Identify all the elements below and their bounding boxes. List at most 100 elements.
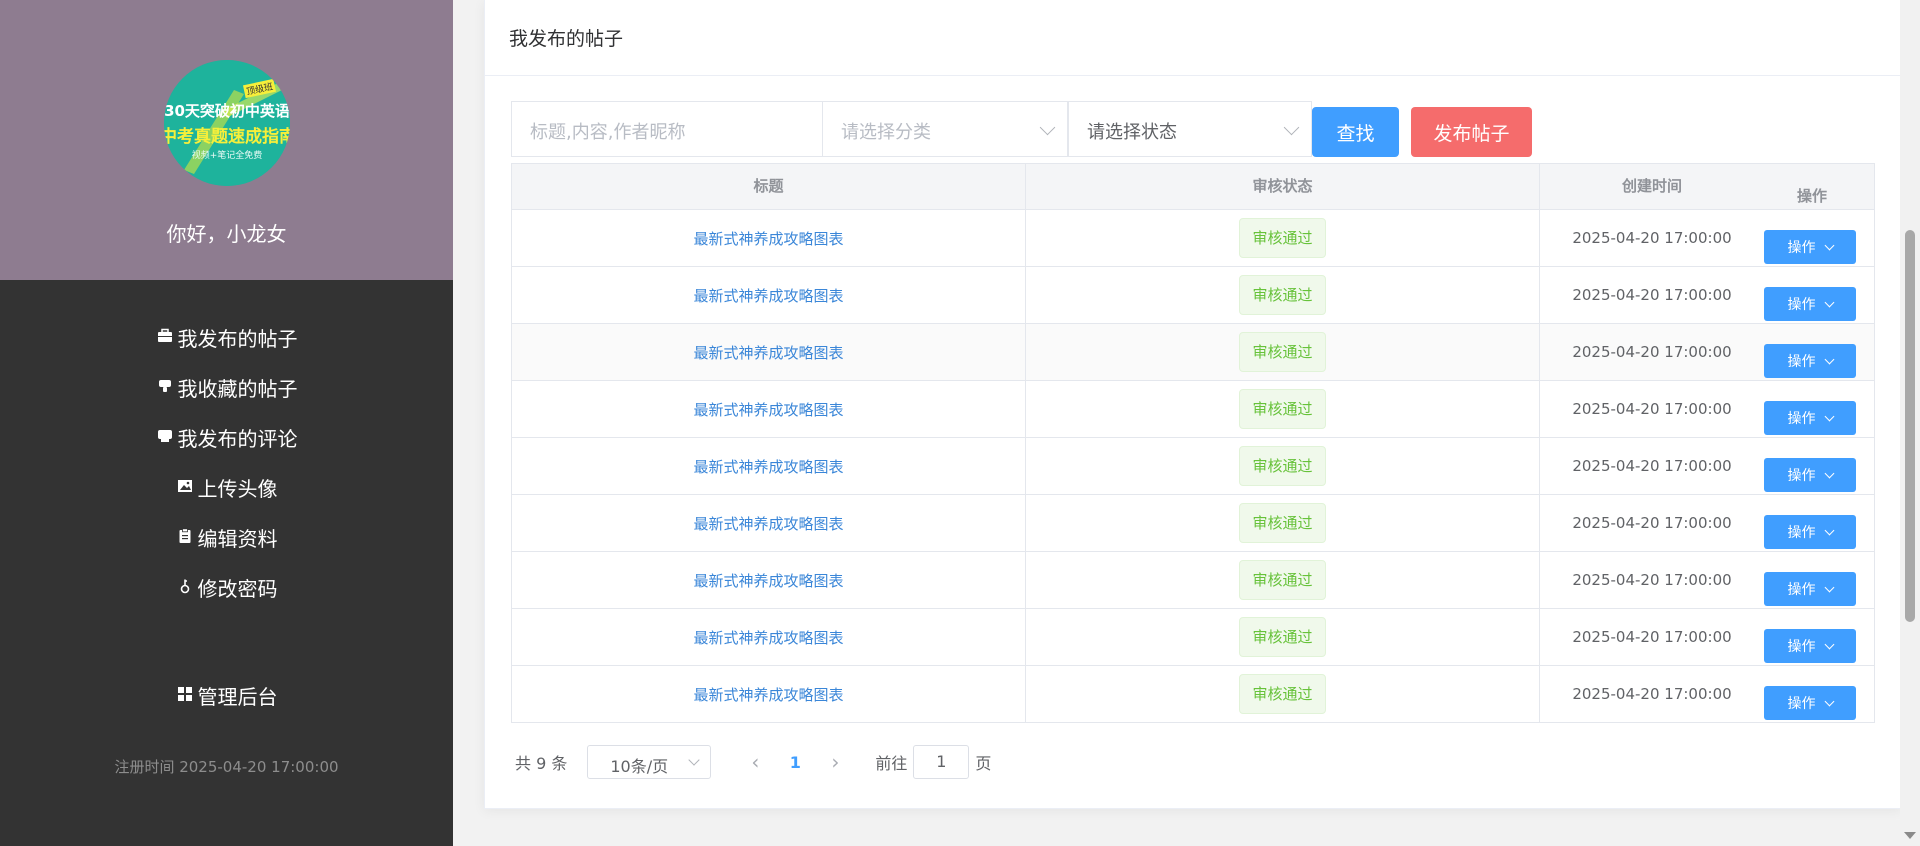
chevron-down-icon <box>1824 696 1834 706</box>
post-title-link[interactable]: 最新式神养成攻略图表 <box>693 513 843 534</box>
sidebar-item-label: 修改密码 <box>197 576 278 601</box>
column-header-status[interactable]: 审核状态 <box>1026 164 1539 209</box>
cell-title: 最新式神养成攻略图表 <box>512 438 1025 494</box>
post-title-link[interactable]: 最新式神养成攻略图表 <box>693 456 843 477</box>
action-dropdown-button[interactable]: 操作 <box>1764 515 1856 549</box>
sidebar-item-label: 上传头像 <box>197 476 278 501</box>
status-badge: 审核通过 <box>1239 389 1326 429</box>
scrollbar-thumb[interactable] <box>1905 230 1915 622</box>
cell-title: 最新式神养成攻略图表 <box>512 210 1025 266</box>
chevron-down-icon <box>1824 411 1834 421</box>
category-placeholder: 请选择分类 <box>841 122 931 143</box>
total-count: 共 9 条 <box>515 754 568 773</box>
table-row: 最新式神养成攻略图表 审核通过 2025-04-20 17:00:00 操作 <box>511 267 1875 324</box>
action-dropdown-button[interactable]: 操作 <box>1764 572 1856 606</box>
sidebar-item-label: 管理后台 <box>197 684 278 709</box>
next-page-button[interactable]: › <box>815 750 855 774</box>
sidebar-item-admin[interactable]: 管理后台 <box>0 670 453 720</box>
table-body: 最新式神养成攻略图表 审核通过 2025-04-20 17:00:00 操作 最新式神养… <box>511 210 1875 723</box>
action-dropdown-button[interactable]: 操作 <box>1764 230 1856 264</box>
post-title-link[interactable]: 最新式神养成攻略图表 <box>693 399 843 420</box>
action-label: 操作 <box>1787 240 1816 256</box>
chevron-down-icon <box>1283 119 1300 136</box>
action-dropdown-button[interactable]: 操作 <box>1764 401 1856 435</box>
post-title-link[interactable]: 最新式神养成攻略图表 <box>693 570 843 591</box>
grid-icon <box>176 686 194 704</box>
posts-card: 我发布的帖子 标题,内容,作者昵称 请选择分类 请选择状态 查找 发布帖子 标题… <box>484 0 1902 809</box>
sidebar-item-label: 我收藏的帖子 <box>177 376 298 401</box>
thumbs-down-icon <box>156 378 174 396</box>
status-badge: 审核通过 <box>1239 503 1326 543</box>
register-time: 注册时间 2025-04-20 17:00:00 <box>114 758 339 776</box>
status-badge: 审核通过 <box>1239 674 1326 714</box>
cell-status: 审核通过 <box>1026 267 1539 323</box>
action-dropdown-button[interactable]: 操作 <box>1764 344 1856 378</box>
goto-page-input[interactable]: 1 <box>913 745 970 779</box>
status-select-value: 请选择状态 <box>1087 122 1177 143</box>
action-label: 操作 <box>1787 411 1816 427</box>
table-row: 最新式神养成攻略图表 审核通过 2025-04-20 17:00:00 操作 <box>511 552 1875 609</box>
sidebar-item-my-favorites[interactable]: 我收藏的帖子 <box>0 362 453 412</box>
action-dropdown-button[interactable]: 操作 <box>1764 629 1856 663</box>
table-row: 最新式神养成攻略图表 审核通过 2025-04-20 17:00:00 操作 <box>511 324 1875 381</box>
chevron-down-icon <box>1824 525 1834 535</box>
action-label: 操作 <box>1787 468 1816 484</box>
cell-status: 审核通过 <box>1026 210 1539 266</box>
table-header: 标题 审核状态 创建时间 操作 <box>511 163 1875 210</box>
post-title-link[interactable]: 最新式神养成攻略图表 <box>693 285 843 306</box>
status-badge: 审核通过 <box>1239 446 1326 486</box>
page-number-current[interactable]: 1 <box>775 753 815 772</box>
action-dropdown-button[interactable]: 操作 <box>1764 686 1856 720</box>
sidebar-item-upload-avatar[interactable]: 上传头像 <box>0 462 453 512</box>
search-button[interactable]: 查找 <box>1312 107 1399 157</box>
table-row: 最新式神养成攻略图表 审核通过 2025-04-20 17:00:00 操作 <box>511 666 1875 723</box>
created-time: 2025-04-20 17:00:00 <box>1572 400 1732 418</box>
cell-created: 2025-04-20 17:00:00 <box>1540 438 1764 494</box>
status-badge: 审核通过 <box>1239 617 1326 657</box>
sidebar-item-my-comments[interactable]: 我发布的评论 <box>0 412 453 462</box>
action-dropdown-button[interactable]: 操作 <box>1764 458 1856 492</box>
post-title-link[interactable]: 最新式神养成攻略图表 <box>693 684 843 705</box>
image-icon <box>176 478 194 496</box>
publish-post-button[interactable]: 发布帖子 <box>1411 107 1532 157</box>
post-title-link[interactable]: 最新式神养成攻略图表 <box>693 342 843 363</box>
post-title-link[interactable]: 最新式神养成攻略图表 <box>693 627 843 648</box>
sidebar: 顶级班 30天突破初中英语 中考真题速成指南 视频+笔记全免费 你好，小龙女 我… <box>0 0 453 846</box>
sidebar-item-edit-profile[interactable]: 编辑资料 <box>0 512 453 562</box>
table-row: 最新式神养成攻略图表 审核通过 2025-04-20 17:00:00 操作 <box>511 438 1875 495</box>
status-select[interactable]: 请选择状态 <box>1068 101 1312 157</box>
page-size-select[interactable]: 10条/页 <box>587 745 712 779</box>
cell-created: 2025-04-20 17:00:00 <box>1540 210 1764 266</box>
avatar-line3: 视频+笔记全免费 <box>191 151 263 161</box>
sidebar-item-label: 我发布的评论 <box>177 426 298 451</box>
category-select[interactable]: 请选择分类 <box>822 101 1068 157</box>
chevron-down-icon <box>1824 297 1834 307</box>
action-dropdown-button[interactable]: 操作 <box>1764 287 1856 321</box>
page-size-value: 10条/页 <box>610 757 669 776</box>
cell-created: 2025-04-20 17:00:00 <box>1540 609 1764 665</box>
avatar-line1: 30天突破初中英语 <box>164 102 290 120</box>
sidebar-item-change-password[interactable]: 修改密码 <box>0 562 453 612</box>
briefcase-icon <box>156 328 174 346</box>
table-row: 最新式神养成攻略图表 审核通过 2025-04-20 17:00:00 操作 <box>511 381 1875 438</box>
keyword-search-input[interactable]: 标题,内容,作者昵称 <box>511 101 823 157</box>
column-header-title[interactable]: 标题 <box>512 164 1025 209</box>
cell-status: 审核通过 <box>1026 666 1539 722</box>
table-row: 最新式神养成攻略图表 审核通过 2025-04-20 17:00:00 操作 <box>511 210 1875 267</box>
cell-status: 审核通过 <box>1026 495 1539 551</box>
chat-icon <box>156 428 174 446</box>
chevron-down-icon <box>1824 639 1834 649</box>
post-title-link[interactable]: 最新式神养成攻略图表 <box>693 228 843 249</box>
status-badge: 审核通过 <box>1239 560 1326 600</box>
prev-page-button[interactable]: ‹ <box>735 750 775 774</box>
cell-title: 最新式神养成攻略图表 <box>512 381 1025 437</box>
sidebar-admin: 管理后台 <box>0 670 453 720</box>
cell-title: 最新式神养成攻略图表 <box>512 552 1025 608</box>
column-header-created[interactable]: 创建时间 <box>1540 164 1764 209</box>
action-label: 操作 <box>1787 354 1816 370</box>
avatar[interactable]: 顶级班 30天突破初中英语 中考真题速成指南 视频+笔记全免费 <box>164 60 290 186</box>
created-time: 2025-04-20 17:00:00 <box>1572 286 1732 304</box>
scroll-down-arrow-icon[interactable] <box>1904 832 1916 839</box>
sidebar-item-my-posts[interactable]: 我发布的帖子 <box>0 312 453 362</box>
posts-table: 标题 审核状态 创建时间 操作 最新式神养成攻略图表 审核通过 2025-04-20… <box>511 163 1875 723</box>
